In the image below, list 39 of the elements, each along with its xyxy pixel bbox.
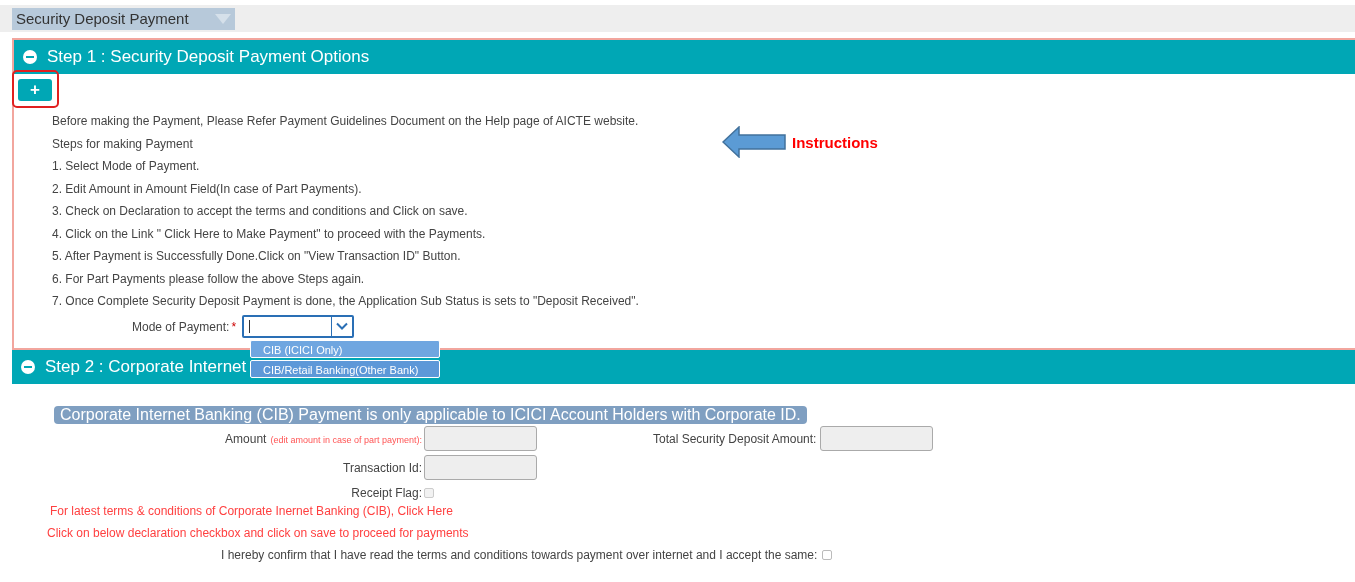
left-arrow-icon [722, 126, 786, 158]
add-button[interactable]: + [18, 79, 52, 101]
declaration-checkbox[interactable] [822, 550, 833, 560]
transaction-id-field[interactable] [424, 455, 537, 480]
field-hint: (edit amount in case of part payment): [270, 434, 422, 445]
field-label: Amount [225, 431, 267, 446]
instruction-text: 5. After Payment is Successfully Done.Click on "View Transaction ID" Button. [52, 248, 462, 265]
declaration-label: I hereby confirm that I have read the terms and conditions towards payment over internet and I accept the same: [221, 548, 818, 562]
collapse-icon [23, 50, 37, 64]
dropdown-option[interactable]: CIB (ICICI Only) [250, 340, 440, 358]
declaration-note: Click on below declaration checkbox and click on save to proceed for payments [47, 526, 469, 540]
instruction-text: 6. For Part Payments please follow the above Steps again. [52, 270, 366, 288]
instruction-text: Steps for making Payment [52, 135, 194, 153]
total-amount-field[interactable] [820, 426, 934, 451]
annotation-label: Instructions [792, 133, 878, 151]
mode-of-payment-select[interactable] [242, 315, 355, 338]
highlight-box [12, 70, 59, 108]
section-title: Step 1 : Security Deposit Payment Options [47, 47, 370, 67]
instruction-text: 4. Click on the Link " Click Here to Make Payment" to proceed with the Payments. [52, 225, 487, 243]
field-label: Transaction Id: [343, 460, 422, 475]
section-title: Step 2 : Corporate Internet [45, 357, 247, 377]
info-banner: Corporate Internet Banking (CIB) Payment is only applicable to ICICI Account Holders with Corporate ID. [54, 406, 807, 424]
amount-field[interactable] [424, 426, 537, 451]
instruction-text: 2. Edit Amount in Amount Field(In case of Part Payments). [52, 180, 363, 198]
receipt-checkbox[interactable] [424, 488, 434, 498]
section-header[interactable]: Step 1 : Security Deposit Payment Options [14, 40, 1355, 74]
caret-icon [215, 13, 231, 24]
terms-note: For latest terms & conditions of Corporate Inernet Banking (CIB), Click Here [50, 504, 453, 518]
field-label: Total Security Deposit Amount: [653, 431, 817, 446]
instruction-text: Before making the Payment, Please Refer Payment Guidelines Document on the Help page of AICTE website. [52, 113, 639, 130]
page-title-tab[interactable]: Security Deposit Payment [12, 7, 235, 30]
instruction-text: 7. Once Complete Security Deposit Payment is done, the Application Sub Status is sets to "Deposit Received". [52, 293, 639, 310]
field-label: Mode of Payment: [132, 319, 230, 334]
dropdown-option[interactable]: CIB/Retail Banking(Other Bank) [250, 360, 440, 378]
required-mark: * [231, 319, 237, 334]
instruction-text: 1. Select Mode of Payment. [52, 158, 201, 175]
collapse-icon [21, 360, 35, 374]
instruction-text: 3. Check on Declaration to accept the terms and conditions and Click on save. [52, 203, 469, 220]
field-label: Receipt Flag: [351, 486, 422, 500]
